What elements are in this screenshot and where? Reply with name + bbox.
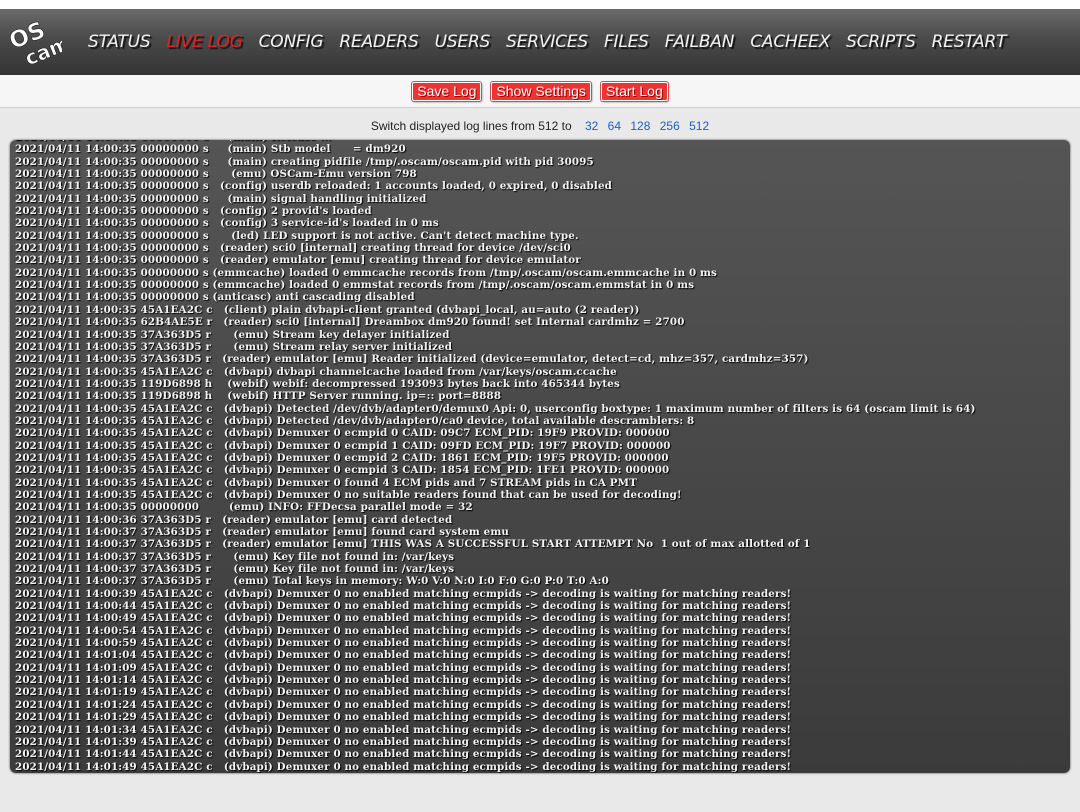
switch-option-128[interactable]: 128	[630, 119, 650, 133]
log-line: 2021/04/11 14:00:37 37A363D5 r (reader) …	[15, 526, 510, 538]
save-log-button[interactable]: Save Log	[412, 81, 482, 101]
log-line: 2021/04/11 14:00:35 37A363D5 r (emu) Str…	[15, 328, 450, 341]
log-line: 2021/04/11 14:00:35 00000000 s (led) LED…	[15, 229, 579, 242]
show-settings-button[interactable]: Show Settings	[491, 81, 591, 101]
log-line: 2021/04/11 14:00:35 00000000 s (emmcache…	[15, 279, 695, 292]
log-line: 2021/04/11 14:00:35 00000000 s (config) …	[15, 180, 613, 193]
nav-scripts[interactable]: SCRIPTS	[846, 32, 916, 52]
nav-readers[interactable]: READERS	[339, 32, 418, 52]
log-line: 2021/04/11 14:00:35 45A1EA2C c (dvbapi) …	[15, 464, 670, 477]
log-line: 2021/04/11 14:00:35 45A1EA2C c (dvbapi) …	[15, 476, 638, 489]
log-line: 2021/04/11 14:00:35 45A1EA2C c (dvbapi) …	[15, 488, 682, 501]
switch-option-32[interactable]: 32	[585, 119, 598, 133]
log-line: 2021/04/11 14:01:19 45A1EA2C c (dvbapi) …	[15, 686, 792, 699]
log-line: 2021/04/11 14:00:35 119D6898 h (webif) H…	[15, 390, 502, 403]
log-line: 2021/04/11 14:00:35 00000000 s (config) …	[15, 217, 439, 230]
nav-cacheex[interactable]: CACHEEX	[750, 32, 830, 52]
log-line: 2021/04/11 14:00:35 45A1EA2C c (dvbapi) …	[15, 365, 617, 378]
log-lines: 2021/04/11 14:00:35 00000000 s (main) Re…	[15, 140, 1068, 773]
nav-live-log[interactable]: LIVE LOG	[166, 32, 242, 52]
switch-option-64[interactable]: 64	[608, 119, 621, 133]
switch-option-512[interactable]: 512	[689, 119, 709, 133]
log-line: 2021/04/11 14:01:29 45A1EA2C c (dvbapi) …	[15, 711, 792, 724]
log-line: 2021/04/11 14:00:35 00000000 s (config) …	[15, 205, 372, 218]
nav-files[interactable]: FILES	[604, 32, 649, 52]
nav-config[interactable]: CONFIG	[259, 32, 324, 52]
log-line: 2021/04/11 14:00:59 45A1EA2C c (dvbapi) …	[15, 637, 792, 650]
log-lines-switch: Switch displayed log lines from 512 to 3…	[0, 119, 1080, 133]
log-line: 2021/04/11 14:00:35 45A1EA2C c (dvbapi) …	[15, 427, 670, 440]
log-line: 2021/04/11 14:00:35 00000000 s (main) cr…	[15, 155, 594, 168]
log-line: 2021/04/11 14:00:37 37A363D5 r (emu) Key…	[15, 563, 455, 576]
log-line: 2021/04/11 14:00:49 45A1EA2C c (dvbapi) …	[15, 612, 792, 625]
log-line: 2021/04/11 14:00:35 62B4AE5E r (reader) …	[15, 316, 685, 329]
start-log-button[interactable]: Start Log	[600, 81, 668, 101]
log-line: 2021/04/11 14:00:35 00000000 s (reader) …	[15, 242, 571, 255]
nav-failban[interactable]: FAILBAN	[665, 32, 735, 52]
log-line: 2021/04/11 14:01:34 45A1EA2C c (dvbapi) …	[15, 723, 792, 736]
nav-services[interactable]: SERVICES	[506, 32, 588, 52]
log-line: 2021/04/11 14:00:36 37A363D5 r (reader) …	[15, 513, 453, 526]
log-line: 2021/04/11 14:01:04 45A1EA2C c (dvbapi) …	[15, 649, 792, 662]
nav-status[interactable]: STATUS	[88, 32, 151, 52]
nav-users[interactable]: USERS	[435, 32, 491, 52]
log-line: 2021/04/11 14:00:35 45A1EA2C c (dvbapi) …	[15, 402, 976, 415]
log-line: 2021/04/11 14:01:09 45A1EA2C c (dvbapi) …	[15, 661, 792, 674]
log-line: 2021/04/11 14:00:35 00000000 s (reader) …	[15, 254, 581, 267]
log-line: 2021/04/11 14:00:35 00000000 s (emu) OSC…	[15, 168, 417, 181]
log-line: 2021/04/11 14:00:35 00000000 s (main) si…	[15, 192, 427, 205]
log-line: 2021/04/11 14:00:35 00000000 s (main) St…	[15, 143, 406, 156]
log-line: 2021/04/11 14:01:14 45A1EA2C c (dvbapi) …	[15, 674, 792, 687]
log-line: 2021/04/11 14:01:24 45A1EA2C c (dvbapi) …	[15, 698, 792, 711]
log-line: 2021/04/11 14:00:35 45A1EA2C c (dvbapi) …	[15, 414, 695, 427]
log-line: 2021/04/11 14:00:35 45A1EA2C c (dvbapi) …	[15, 439, 671, 452]
log-line: 2021/04/11 14:00:35 00000000 s (emmcache…	[15, 266, 717, 279]
live-log-panel[interactable]: 2021/04/11 14:00:35 00000000 s (main) Re…	[10, 140, 1070, 773]
log-line: 2021/04/11 14:00:35 37A363D5 r (emu) Str…	[15, 340, 453, 353]
switch-option-256[interactable]: 256	[660, 119, 680, 133]
log-line: 2021/04/11 14:00:39 45A1EA2C c (dvbapi) …	[15, 587, 792, 600]
log-line: 2021/04/11 14:00:35 119D6898 h (webif) w…	[15, 377, 620, 390]
switch-label: Switch displayed log lines from 512 to	[370, 119, 572, 133]
log-action-bar: Save Log Show Settings Start Log	[0, 75, 1080, 108]
log-line: 2021/04/11 14:00:54 45A1EA2C c (dvbapi) …	[15, 624, 792, 637]
log-line: 2021/04/11 14:01:44 45A1EA2C c (dvbapi) …	[15, 748, 792, 761]
log-line: 2021/04/11 14:01:39 45A1EA2C c (dvbapi) …	[15, 735, 792, 748]
top-strip	[0, 0, 1080, 9]
main-navbar: OS cam STATUS LIVE LOG CONFIG READERS US…	[0, 9, 1080, 76]
log-line: 2021/04/11 14:00:35 00000000 (emu) INFO:…	[15, 501, 473, 514]
nav-restart[interactable]: RESTART	[932, 32, 1007, 52]
log-line: 2021/04/11 14:00:35 00000000 s (anticasc…	[15, 291, 415, 304]
log-line: 2021/04/11 14:00:37 37A363D5 r (emu) Key…	[15, 550, 455, 563]
log-line: 2021/04/11 14:00:44 45A1EA2C c (dvbapi) …	[15, 600, 792, 613]
log-line: 2021/04/11 14:00:35 45A1EA2C c (client) …	[15, 303, 640, 316]
log-line: 2021/04/11 14:01:49 45A1EA2C c (dvbapi) …	[15, 760, 792, 773]
log-line: 2021/04/11 14:00:37 37A363D5 r (emu) Tot…	[15, 575, 609, 588]
log-line: 2021/04/11 14:00:37 37A363D5 r (reader) …	[15, 538, 811, 551]
oscam-logo[interactable]: OS cam	[5, 15, 73, 71]
main-menu: STATUS LIVE LOG CONFIG READERS USERS SER…	[88, 9, 1022, 75]
log-line: 2021/04/11 14:00:35 45A1EA2C c (dvbapi) …	[15, 451, 669, 464]
log-line: 2021/04/11 14:00:35 37A363D5 r (reader) …	[15, 353, 809, 366]
